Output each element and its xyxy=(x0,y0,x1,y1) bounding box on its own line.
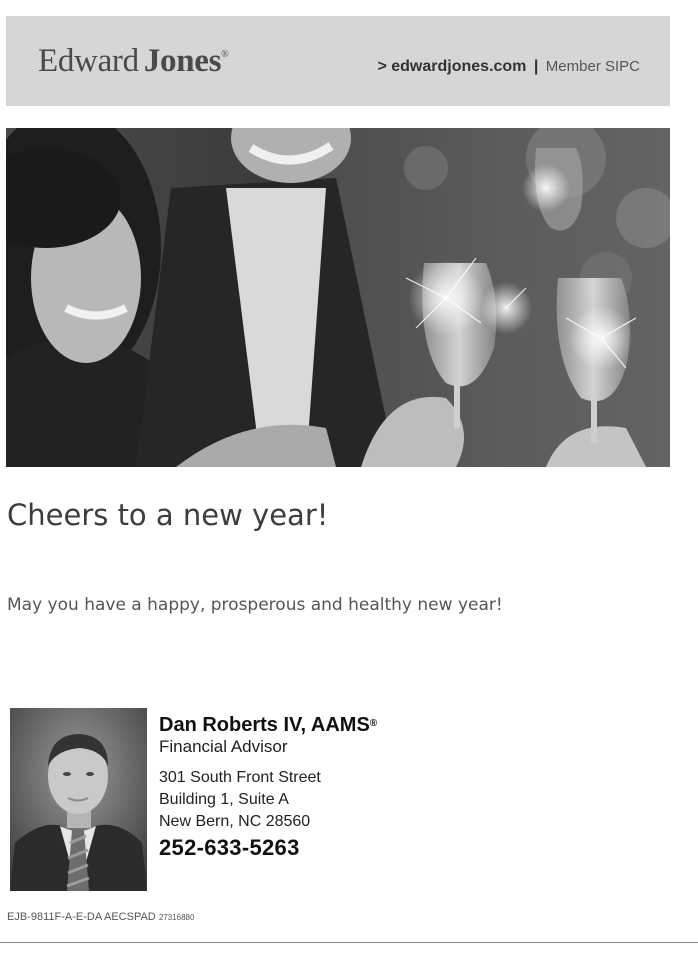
edward-jones-logo[interactable]: Edward Jones® xyxy=(38,43,229,80)
advisor-address: 301 South Front Street Building 1, Suite… xyxy=(159,767,559,833)
advisor-name: Dan Roberts IV, AAMS® xyxy=(159,714,559,736)
header-banner: Edward Jones® > edwardjones.com | Member … xyxy=(6,16,670,106)
advisor-phone[interactable]: 252-633-5263 xyxy=(159,835,559,861)
header-links: > edwardjones.com | Member SIPC xyxy=(377,58,640,76)
address-line-3: New Bern, NC 28560 xyxy=(159,813,311,830)
greeting-message: May you have a happy, prosperous and hea… xyxy=(7,595,503,615)
logo-registered-mark: ® xyxy=(221,49,229,60)
website-link[interactable]: > edwardjones.com xyxy=(377,58,526,75)
advisor-photo-image xyxy=(10,708,147,891)
advisor-title: Financial Advisor xyxy=(159,737,288,756)
document-code-main: EJB-9811F-A-E-DA AECSPAD xyxy=(7,911,156,923)
member-sipc-text: Member SIPC xyxy=(545,58,640,75)
document-code: EJB-9811F-A-E-DA AECSPAD 27316880 xyxy=(7,911,194,923)
celebration-photo xyxy=(6,128,670,467)
address-line-1: 301 South Front Street xyxy=(159,769,321,786)
headline: Cheers to a new year! xyxy=(7,498,329,532)
advisor-portrait xyxy=(10,708,147,891)
hero-image xyxy=(6,128,670,467)
logo-word-jones: Jones xyxy=(143,43,222,79)
document-code-number: 27316880 xyxy=(158,913,195,922)
logo-word-edward: Edward xyxy=(38,43,139,79)
header-separator: | xyxy=(533,58,539,75)
advisor-registered-mark: ® xyxy=(369,718,378,729)
bottom-divider xyxy=(0,942,698,943)
advisor-name-text: Dan Roberts IV, AAMS xyxy=(159,714,370,736)
advisor-info: Dan Roberts IV, AAMS® Financial Advisor … xyxy=(159,714,559,861)
address-line-2: Building 1, Suite A xyxy=(159,791,289,808)
